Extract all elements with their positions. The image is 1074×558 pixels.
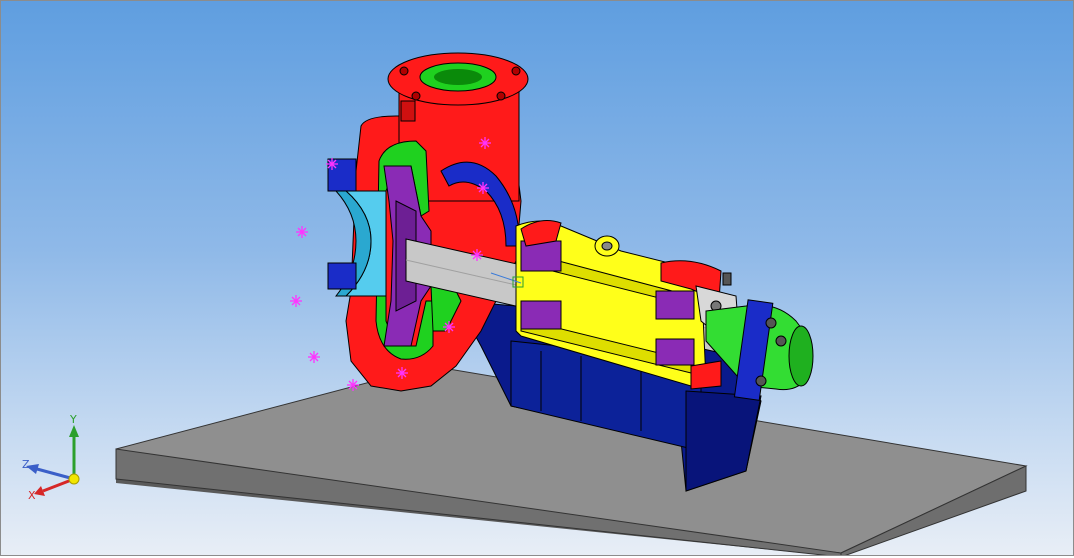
pump-assembly-model[interactable]	[1, 1, 1073, 555]
z-axis-label: Z	[22, 458, 30, 471]
constraint-marker	[296, 226, 308, 238]
orientation-triad: Y Z X	[22, 413, 80, 502]
3d-viewport[interactable]: Y Z X	[0, 0, 1074, 556]
y-axis-label: Y	[69, 413, 77, 426]
x-axis-label: X	[28, 489, 36, 502]
triad-origin	[68, 473, 80, 485]
z-axis: Z	[22, 458, 75, 481]
x-axis: X	[28, 477, 75, 502]
y-axis: Y	[69, 413, 79, 479]
constraint-marker	[290, 295, 302, 307]
constraint-marker	[308, 351, 320, 363]
